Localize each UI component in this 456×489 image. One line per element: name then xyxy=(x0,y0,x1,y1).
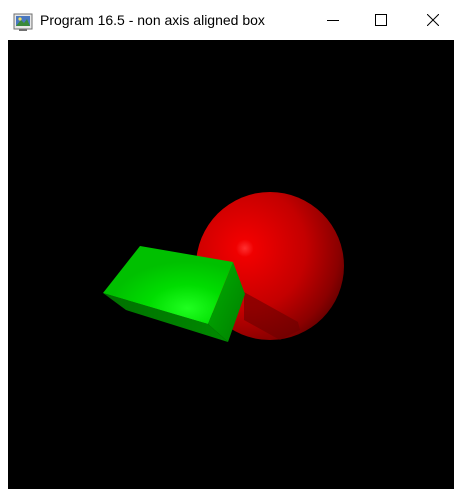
window-frame-left xyxy=(0,40,8,489)
minimize-icon xyxy=(327,20,339,21)
minimize-button[interactable] xyxy=(310,0,356,40)
title-bar[interactable]: Program 16.5 - non axis aligned box xyxy=(0,0,456,40)
app-window: Program 16.5 - non axis aligned box xyxy=(0,0,456,489)
maximize-icon xyxy=(375,14,387,26)
window-title: Program 16.5 - non axis aligned box xyxy=(40,12,265,28)
render-canvas[interactable] xyxy=(8,40,454,489)
close-icon xyxy=(427,14,439,26)
java-app-icon[interactable] xyxy=(13,12,33,32)
maximize-button[interactable] xyxy=(358,0,404,40)
close-button[interactable] xyxy=(410,0,456,40)
scene-render xyxy=(103,192,344,342)
